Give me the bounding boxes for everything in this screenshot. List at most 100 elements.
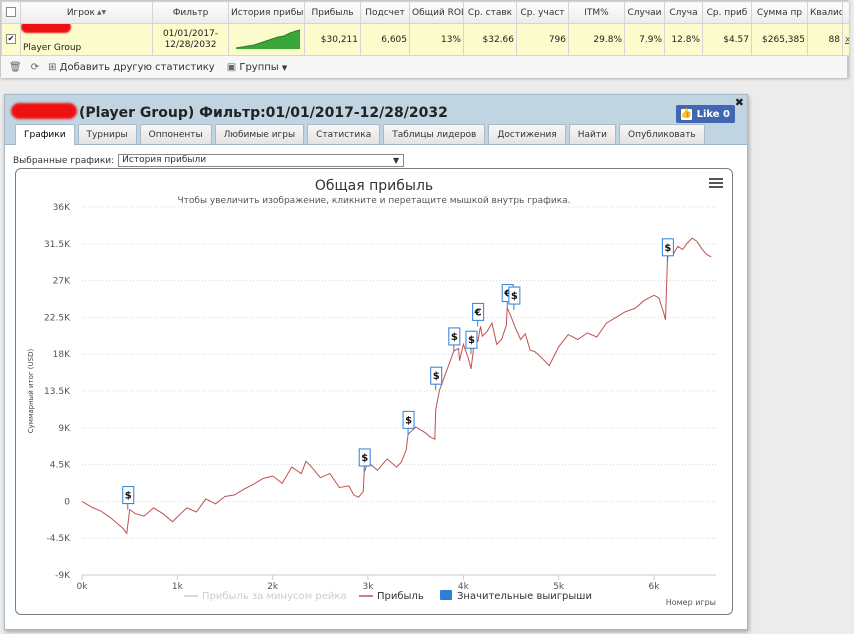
row-checkbox[interactable]: ✔ [1, 23, 21, 56]
avg-profit-cell: $4.57 [702, 23, 752, 56]
chart-select-value: История прибыли [122, 155, 207, 165]
folder-icon: ▣ [226, 61, 237, 73]
cases2-cell: 12.8% [664, 23, 703, 56]
avg-entrants-cell: 796 [516, 23, 569, 56]
legend-item-label: Прибыль за минусом рейка [202, 591, 347, 602]
y-tick-label: -4.5K [47, 534, 72, 544]
col-header-avg-entrants[interactable]: Ср. участ [516, 1, 569, 24]
cases1-cell: 7.9% [624, 23, 665, 56]
tab-search[interactable]: Найти [568, 124, 616, 144]
y-axis-label: Суммарный итог (USD) [27, 349, 35, 434]
tab-opponents[interactable]: Оппоненты [139, 124, 212, 144]
facebook-like-button[interactable]: 👍 Like 0 [675, 105, 735, 123]
col-header-cases1[interactable]: Случаи [624, 1, 665, 24]
sum-profit-cell: $265,385 [751, 23, 808, 56]
chevron-down-icon: ▼ [393, 156, 400, 165]
x-tick-label: 0k [77, 582, 89, 592]
col-header-sum-profit[interactable]: Сумма пр [751, 1, 808, 24]
legend-item-label: Значительные выигрыши [457, 591, 592, 602]
chart-select[interactable]: История прибыли ▼ [118, 154, 405, 167]
select-all-checkbox[interactable] [1, 1, 21, 24]
y-tick-label: 9K [58, 424, 71, 434]
player-cell: Player Group [20, 23, 153, 56]
flag-label: $ [468, 335, 475, 346]
window-header: ✖ (Player Group) Фильтр:01/01/2017-12/28… [5, 95, 747, 145]
col-header-profit-history[interactable]: История прибы [228, 1, 305, 24]
flag-label: € [474, 307, 482, 318]
stats-header-row: Игрок ▲▼ Фильтр История прибы Прибыль Под… [1, 1, 850, 24]
table-row[interactable]: ✔ Player Group 01/01/2017-12/28/2032 $30… [1, 23, 850, 56]
trash-icon[interactable]: 🗑 [9, 62, 22, 73]
y-tick-label: -9K [55, 571, 71, 581]
groups-button[interactable]: ▣ Группы ▼ [227, 62, 288, 73]
redaction-mark [11, 103, 77, 119]
flag-label: $ [664, 243, 671, 254]
legend-item-label: Прибыль [377, 591, 424, 602]
sparkline-chart [235, 29, 301, 49]
redaction-mark [21, 24, 71, 33]
col-header-itm[interactable]: ITM% [568, 1, 625, 24]
profit-cell: $30,211 [304, 23, 361, 56]
tab-bar: Графики Турниры Оппоненты Любимые игры С… [15, 124, 708, 145]
flag-label: $ [433, 371, 440, 382]
stats-panel: Игрок ▲▼ Фильтр История прибы Прибыль Под… [0, 0, 850, 78]
roi-cell: 13% [409, 23, 464, 56]
col-header-count[interactable]: Подсчет [360, 1, 410, 24]
flag-label: $ [405, 415, 412, 426]
itm-cell: 29.8% [568, 23, 625, 56]
tab-publish[interactable]: Опубликовать [618, 124, 705, 144]
player-name: Player Group [23, 43, 82, 53]
col-header-profit[interactable]: Прибыль [304, 1, 361, 24]
stats-toolbar: 🗑 ⟳ ⊞ Добавить другую статистику ▣ Групп… [1, 56, 847, 78]
y-tick-label: 36K [53, 203, 71, 213]
thumbs-up-icon: 👍 [680, 108, 692, 120]
legend-swatch[interactable] [440, 590, 452, 600]
y-tick-label: 27K [53, 277, 71, 287]
col-header-avg-stake[interactable]: Ср. ставк [463, 1, 517, 24]
tab-statistics[interactable]: Статистика [307, 124, 381, 144]
qual-cell: 88 [807, 23, 843, 56]
col-header-avg-profit[interactable]: Ср. приб [702, 1, 752, 24]
chart-selector-row: Выбранные графики: История прибыли ▼ [13, 154, 405, 167]
y-tick-label: 0 [64, 497, 70, 507]
filter-cell: 01/01/2017-12/28/2032 [152, 23, 229, 56]
hamburger-menu-icon[interactable] [709, 178, 723, 190]
x-tick-label: 6k [649, 582, 661, 592]
avg-stake-cell: $32.66 [463, 23, 517, 56]
sort-icon[interactable]: ▲▼ [97, 9, 106, 16]
y-tick-label: 18K [53, 350, 71, 360]
tab-charts[interactable]: Графики [15, 124, 75, 145]
chart-title: Общая прибыль [315, 178, 433, 194]
x-axis-label: Номер игры [666, 598, 716, 607]
col-header-qual[interactable]: Квалис [807, 1, 843, 24]
col-header-extra [842, 1, 850, 24]
tab-tournaments[interactable]: Турниры [77, 124, 137, 144]
add-stat-button[interactable]: ⊞ Добавить другую статистику [48, 62, 215, 73]
y-tick-label: 13.5K [44, 387, 71, 397]
window-title: (Player Group) Фильтр:01/01/2017-12/28/2… [11, 103, 448, 121]
flag-label: $ [361, 453, 368, 464]
y-tick-label: 31.5K [44, 240, 71, 250]
tab-favorite-games[interactable]: Любимые игры [214, 124, 305, 144]
series-line-profit[interactable] [81, 237, 712, 535]
profit-chart[interactable]: Общая прибыль Чтобы увеличить изображение… [15, 168, 733, 615]
col-header-player[interactable]: Игрок ▲▼ [20, 1, 153, 24]
profit-sparkline[interactable] [228, 23, 305, 56]
col-header-cases2[interactable]: Случа [664, 1, 703, 24]
flag-label: $ [511, 291, 518, 302]
count-cell: 6,605 [360, 23, 410, 56]
col-header-filter[interactable]: Фильтр [152, 1, 229, 24]
chart-canvas[interactable]: Общая прибыль Чтобы увеличить изображение… [16, 169, 732, 614]
chart-selector-label: Выбранные графики: [13, 155, 115, 166]
y-tick-label: 4.5K [50, 461, 71, 471]
close-icon[interactable]: ✖ [735, 96, 744, 109]
tab-achievements[interactable]: Достижения [488, 124, 566, 144]
tab-leaderboards[interactable]: Таблицы лидеров [383, 124, 486, 144]
refresh-icon[interactable]: ⟳ [31, 62, 39, 73]
col-header-roi[interactable]: Общий ROI [409, 1, 464, 24]
x-tick-label: 3k [363, 582, 375, 592]
y-tick-label: 22.5K [44, 313, 71, 323]
chevron-down-icon: ▼ [281, 63, 288, 72]
chart-subtitle: Чтобы увеличить изображение, кликните и … [177, 196, 570, 206]
remove-row-link[interactable]: x [842, 23, 850, 56]
